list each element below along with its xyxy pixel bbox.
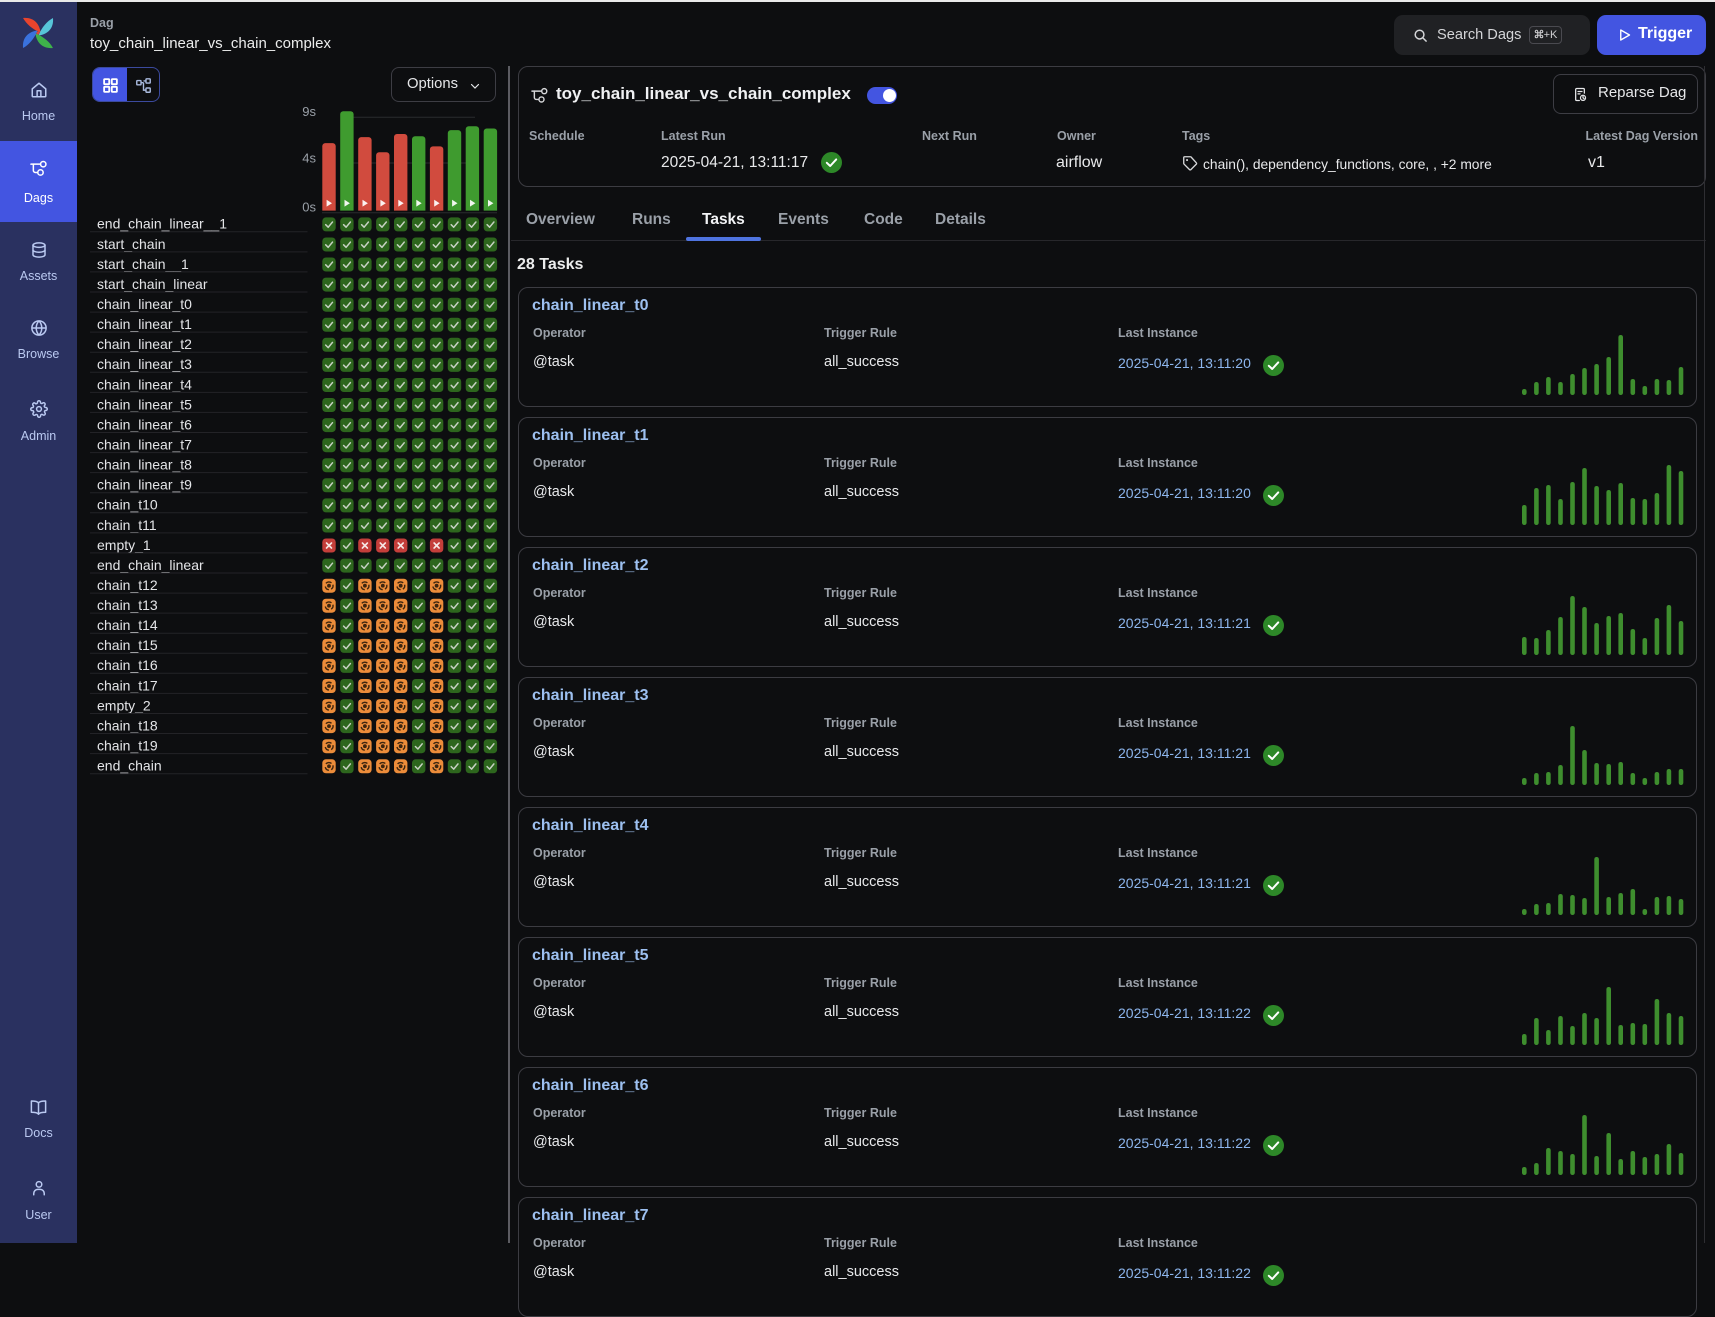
svg-text:4s: 4s — [302, 151, 316, 166]
svg-text:start_chain__1: start_chain__1 — [97, 256, 189, 272]
svg-text:chain_linear_t5: chain_linear_t5 — [97, 396, 192, 412]
svg-text:chain_t10: chain_t10 — [97, 497, 158, 513]
svg-text:9s: 9s — [302, 104, 316, 119]
svg-text:chain_t12: chain_t12 — [97, 577, 158, 593]
svg-text:chain_linear_t9: chain_linear_t9 — [97, 477, 192, 493]
svg-text:start_chain: start_chain — [97, 236, 165, 252]
svg-text:start_chain_linear: start_chain_linear — [97, 276, 208, 292]
svg-text:chain_linear_t4: chain_linear_t4 — [97, 376, 192, 392]
svg-text:chain_linear_t0: chain_linear_t0 — [97, 296, 192, 312]
svg-text:chain_t18: chain_t18 — [97, 717, 158, 733]
svg-text:chain_linear_t6: chain_linear_t6 — [97, 416, 192, 432]
svg-text:chain_t14: chain_t14 — [97, 617, 158, 633]
svg-text:chain_t11: chain_t11 — [97, 517, 157, 533]
svg-text:end_chain_linear: end_chain_linear — [97, 557, 204, 573]
svg-text:chain_t17: chain_t17 — [97, 677, 158, 693]
svg-text:end_chain_linear__1: end_chain_linear__1 — [97, 216, 227, 232]
svg-text:chain_t13: chain_t13 — [97, 597, 158, 613]
svg-text:empty_1: empty_1 — [97, 537, 151, 553]
svg-text:chain_t16: chain_t16 — [97, 657, 158, 673]
svg-text:chain_linear_t8: chain_linear_t8 — [97, 457, 192, 473]
svg-text:empty_2: empty_2 — [97, 697, 151, 713]
svg-text:chain_linear_t1: chain_linear_t1 — [97, 316, 192, 332]
svg-text:0s: 0s — [302, 200, 316, 215]
svg-text:chain_linear_t7: chain_linear_t7 — [97, 437, 192, 453]
svg-text:chain_t19: chain_t19 — [97, 738, 158, 754]
svg-text:chain_linear_t3: chain_linear_t3 — [97, 356, 192, 372]
svg-text:chain_linear_t2: chain_linear_t2 — [97, 336, 192, 352]
svg-text:chain_t15: chain_t15 — [97, 637, 158, 653]
svg-text:end_chain: end_chain — [97, 758, 162, 774]
